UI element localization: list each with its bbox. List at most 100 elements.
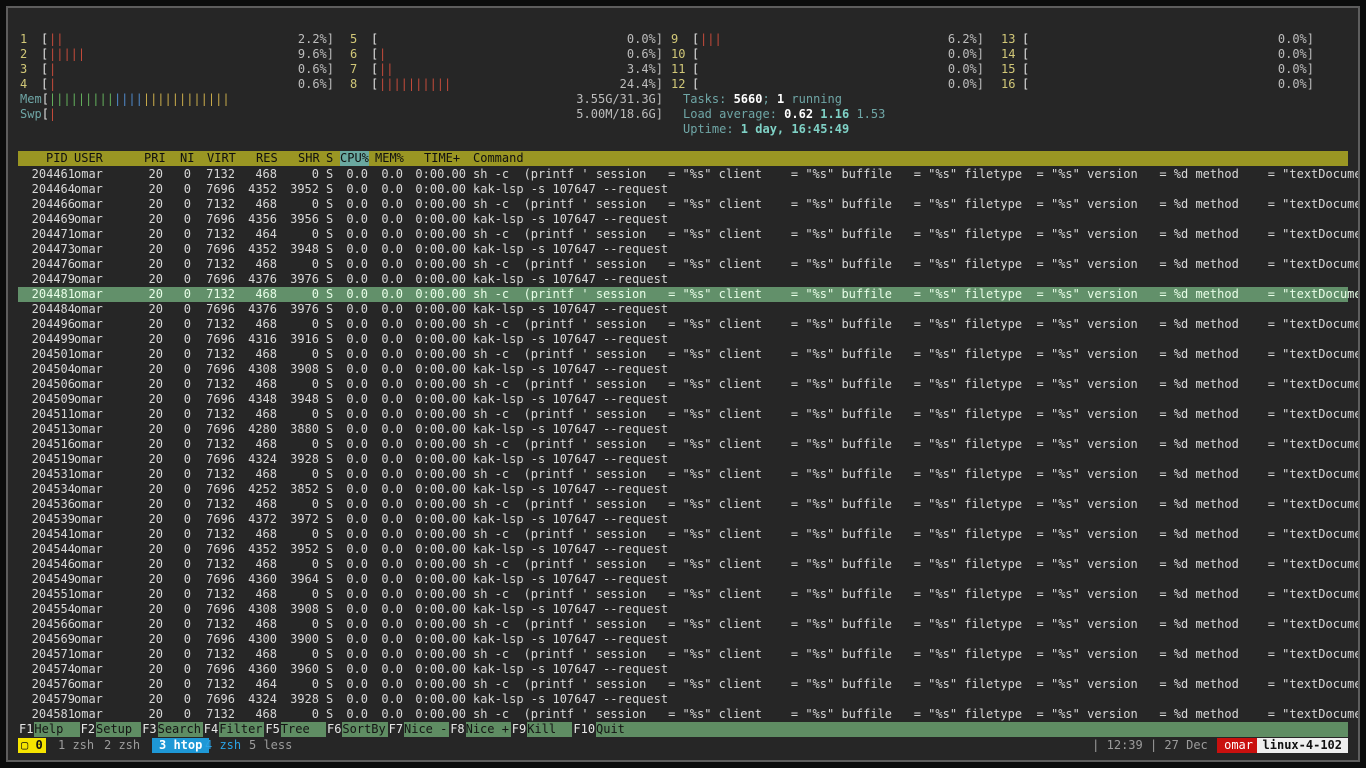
col-pid[interactable]: PID [46,151,68,166]
tmux-session[interactable]: ▢ 0 [18,738,46,753]
col-cpu-sorted[interactable]: CPU% [340,151,369,166]
cell-res: 464 [255,227,277,241]
fkey-f10[interactable]: F10 [572,722,597,737]
col-mem[interactable]: MEM% [375,151,404,166]
cell-state: S [326,257,334,271]
fkey-f1[interactable]: F1 [18,722,35,737]
cell-ni: 0 [183,212,191,226]
bar-segment: |||||||||| [379,77,452,91]
tmux-window-active[interactable]: 3 htop [152,738,210,753]
cell-ni: 0 [183,497,191,511]
tmux-window[interactable]: 5 less [249,738,292,753]
cell-state: S [326,167,334,181]
process-row[interactable]: 204501 20 0 7132 468 0 0.0 0.0 0:00.00 omar Ssh -c… [18,347,1358,362]
process-row[interactable]: 204499 20 0 7696 4316 3916 0.0 0.0 0:00.00 omar Sk… [18,332,1348,347]
cell-mem: 0.0 [381,242,403,256]
cell-mem: 0.0 [381,392,403,406]
fkey-f7[interactable]: F7 [387,722,405,737]
cell-pri: 20 [148,347,163,361]
process-row[interactable]: 204576 20 0 7132 464 0 0.0 0.0 0:00.00 omar Ssh -c… [18,677,1358,692]
fkey-f4[interactable]: F4 [202,722,220,737]
process-row[interactable]: 204519 20 0 7696 4324 3928 0.0 0.0 0:00.00 omar Sk… [18,452,1348,467]
process-row[interactable]: 204479 20 0 7696 4376 3976 0.0 0.0 0:00.00 omar Sk… [18,272,1348,287]
fkey-label-f5[interactable]: Tree [281,722,324,737]
cell-command: sh -c (printf ' session = "%s" client = … [473,527,1360,541]
process-row[interactable]: 204554 20 0 7696 4308 3908 0.0 0.0 0:00.00 omar Sk… [18,602,1348,617]
process-table-header[interactable]: PID USER PRI NI VIRT RES SHR S CPU% MEM%… [18,151,1348,166]
process-row[interactable]: 204504 20 0 7696 4308 3908 0.0 0.0 0:00.00 omar Sk… [18,362,1348,377]
process-row[interactable]: 204506 20 0 7132 468 0 0.0 0.0 0:00.00 omar Ssh -c… [18,377,1358,392]
process-row[interactable]: 204461 20 0 7132 468 0 0.0 0.0 0:00.00 omar Ssh -c… [18,167,1358,182]
process-row[interactable]: 204473 20 0 7696 4352 3948 0.0 0.0 0:00.00 omar Sk… [18,242,1348,257]
fkey-label-f2[interactable]: Setup [96,722,139,737]
process-row[interactable]: 204466 20 0 7132 468 0 0.0 0.0 0:00.00 omar Ssh -c… [18,197,1358,212]
cell-shr: 0 [311,167,319,181]
session-name: 0 [35,738,43,752]
tmux-window[interactable]: 2 zsh [104,738,140,753]
tmux-window[interactable]: 4 zsh [205,738,241,753]
meter-bracket: [ [1022,47,1030,61]
fkey-label-f4[interactable]: Filter [219,722,262,737]
cell-pri: 20 [148,452,163,466]
process-row[interactable]: 204581 20 0 7132 468 0 0.0 0.0 0:00.00 omar Ssh -c… [18,707,1358,722]
cell-pri: 20 [148,617,163,631]
process-row[interactable]: 204571 20 0 7132 468 0 0.0 0.0 0:00.00 omar Ssh -c… [18,647,1358,662]
process-row[interactable]: 204541 20 0 7132 468 0 0.0 0.0 0:00.00 omar Ssh -c… [18,527,1358,542]
process-row[interactable]: 204496 20 0 7132 468 0 0.0 0.0 0:00.00 omar Ssh -c… [18,317,1358,332]
fkey-f9[interactable]: F9 [510,722,528,737]
fkey-f8[interactable]: F8 [449,722,466,737]
fkey-f3[interactable]: F3 [141,722,158,737]
cpu-usage-bar: || [49,32,63,47]
process-row[interactable]: 204516 20 0 7132 468 0 0.0 0.0 0:00.00 omar Ssh -c… [18,437,1358,452]
col-time[interactable]: TIME+ [424,151,460,166]
col-res[interactable]: RES [256,151,278,166]
fkey-label-f8[interactable]: Nice + [466,722,509,737]
process-row[interactable]: 204569 20 0 7696 4300 3900 0.0 0.0 0:00.00 omar Sk… [18,632,1348,647]
col-pri[interactable]: PRI [144,151,166,166]
fkey-label-f1[interactable]: Help [34,722,77,737]
fkey-f5[interactable]: F5 [264,722,281,737]
process-row[interactable]: 204471 20 0 7132 464 0 0.0 0.0 0:00.00 omar Ssh -c… [18,227,1358,242]
cell-user: omar [74,272,103,286]
col-user[interactable]: USER [74,151,103,166]
cell-ni: 0 [183,347,191,361]
fkey-f6[interactable]: F6 [326,722,343,737]
process-row[interactable]: 204513 20 0 7696 4280 3880 0.0 0.0 0:00.00 omar Sk… [18,422,1348,437]
process-row[interactable]: 204546 20 0 7132 468 0 0.0 0.0 0:00.00 omar Ssh -c… [18,557,1358,572]
cell-virt: 7696 [206,692,235,706]
process-row[interactable]: 204551 20 0 7132 468 0 0.0 0.0 0:00.00 omar Ssh -c… [18,587,1358,602]
col-virt[interactable]: VIRT [207,151,236,166]
process-row[interactable]: 204511 20 0 7132 468 0 0.0 0.0 0:00.00 omar Ssh -c… [18,407,1358,422]
process-row[interactable]: 204531 20 0 7132 468 0 0.0 0.0 0:00.00 omar Ssh -c… [18,467,1358,482]
cell-time: 0:00.00 [415,452,466,466]
fkey-label-f9[interactable]: Kill [527,722,570,737]
cpu-meter-percent: 0.0%] [1277,47,1314,61]
process-row[interactable]: 204464 20 0 7696 4352 3952 0.0 0.0 0:00.00 omar Sk… [18,182,1348,197]
cell-pid: 204551 [31,587,75,601]
col-state[interactable]: S [326,151,333,166]
fkey-f2[interactable]: F2 [79,722,97,737]
tmux-window[interactable]: 1 zsh [58,738,94,753]
process-row[interactable]: 204566 20 0 7132 468 0 0.0 0.0 0:00.00 omar Ssh -c… [18,617,1358,632]
fkey-label-f3[interactable]: Search [158,722,201,737]
cell-pid: 204546 [31,557,75,571]
fkey-label-f7[interactable]: Nice - [404,722,447,737]
fkey-label-f10[interactable]: Quit [596,722,625,737]
process-row[interactable]: 204574 20 0 7696 4360 3960 0.0 0.0 0:00.00 omar Sk… [18,662,1348,677]
cell-pri: 20 [148,482,163,496]
process-row[interactable]: 204549 20 0 7696 4360 3964 0.0 0.0 0:00.00 omar Sk… [18,572,1348,587]
process-row-selected[interactable]: 204481 20 0 7132 468 0 0.0 0.0 0:00.00 omar Ssh -c… [18,287,1358,302]
fkey-label-f6[interactable]: SortBy [342,722,385,737]
process-row[interactable]: 204539 20 0 7696 4372 3972 0.0 0.0 0:00.00 omar Sk… [18,512,1348,527]
col-command[interactable]: Command [473,151,524,166]
process-row[interactable]: 204469 20 0 7696 4356 3956 0.0 0.0 0:00.00 omar Sk… [18,212,1348,227]
process-row[interactable]: 204534 20 0 7696 4252 3852 0.0 0.0 0:00.00 omar Sk… [18,482,1348,497]
col-ni[interactable]: NI [180,151,194,166]
process-row[interactable]: 204544 20 0 7696 4352 3952 0.0 0.0 0:00.00 omar Sk… [18,542,1348,557]
process-row[interactable]: 204536 20 0 7132 468 0 0.0 0.0 0:00.00 omar Ssh -c… [18,497,1358,512]
col-shr[interactable]: SHR [298,151,320,166]
process-row[interactable]: 204476 20 0 7132 468 0 0.0 0.0 0:00.00 omar Ssh -c… [18,257,1358,272]
process-row[interactable]: 204509 20 0 7696 4348 3948 0.0 0.0 0:00.00 omar Sk… [18,392,1348,407]
process-row[interactable]: 204579 20 0 7696 4324 3928 0.0 0.0 0:00.00 omar Sk… [18,692,1348,707]
process-row[interactable]: 204484 20 0 7696 4376 3976 0.0 0.0 0:00.00 omar Sk… [18,302,1348,317]
